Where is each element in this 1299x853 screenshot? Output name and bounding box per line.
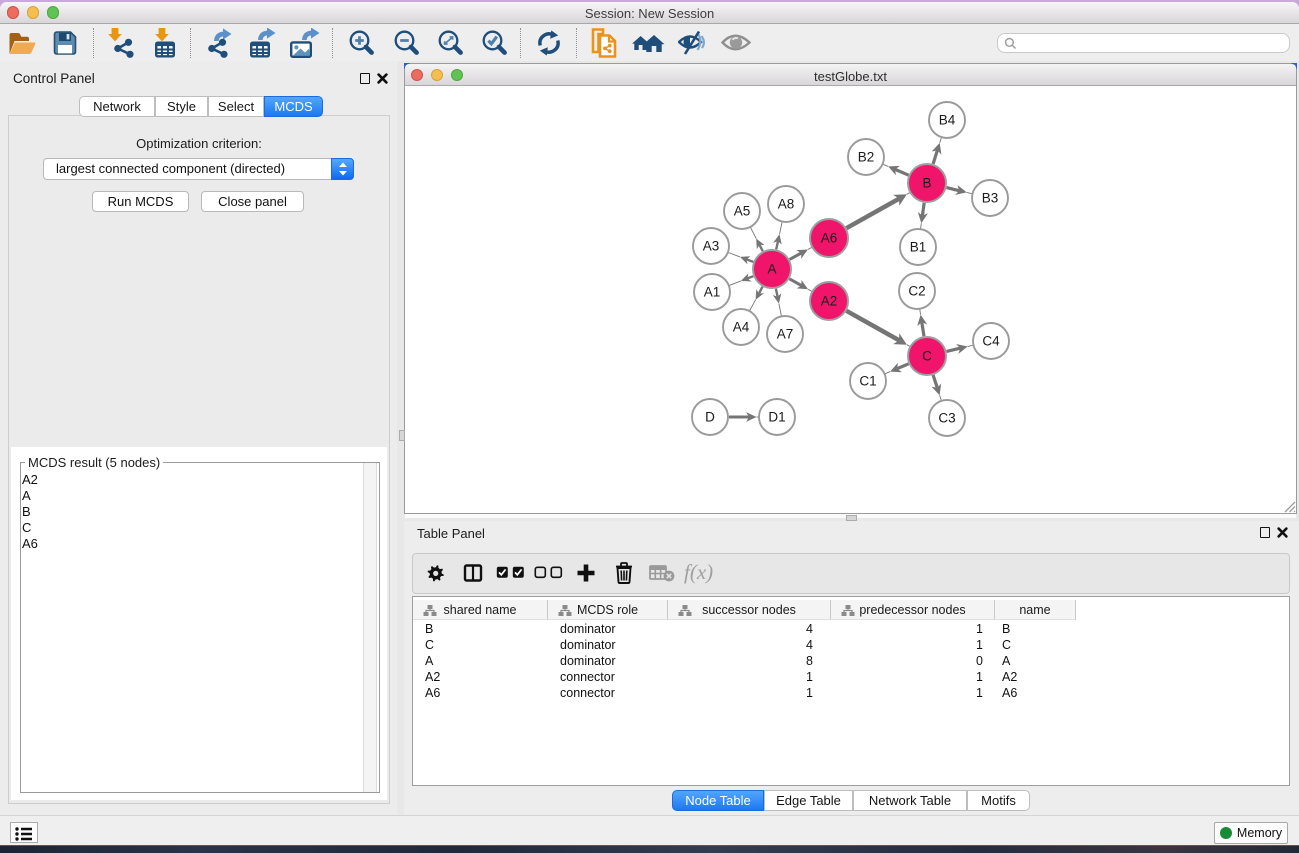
svg-text:B3: B3 [982, 191, 999, 206]
svg-text:A4: A4 [733, 320, 750, 335]
svg-text:A: A [767, 262, 776, 277]
svg-text:A5: A5 [734, 204, 751, 219]
svg-text:C1: C1 [859, 374, 876, 389]
svg-text:A8: A8 [778, 197, 795, 212]
svg-text:B2: B2 [858, 150, 875, 165]
svg-text:B4: B4 [939, 113, 956, 128]
svg-text:D1: D1 [768, 410, 785, 425]
svg-text:A1: A1 [704, 285, 721, 300]
svg-text:C3: C3 [938, 411, 955, 426]
svg-text:A3: A3 [703, 239, 720, 254]
svg-text:A6: A6 [821, 231, 838, 246]
svg-text:C2: C2 [908, 284, 925, 299]
svg-text:C4: C4 [982, 334, 1000, 349]
svg-text:B1: B1 [910, 240, 927, 255]
svg-text:A7: A7 [777, 327, 794, 342]
svg-text:B: B [922, 176, 931, 191]
svg-text:A2: A2 [821, 294, 838, 309]
svg-text:C: C [922, 349, 932, 364]
svg-text:D: D [705, 410, 715, 425]
